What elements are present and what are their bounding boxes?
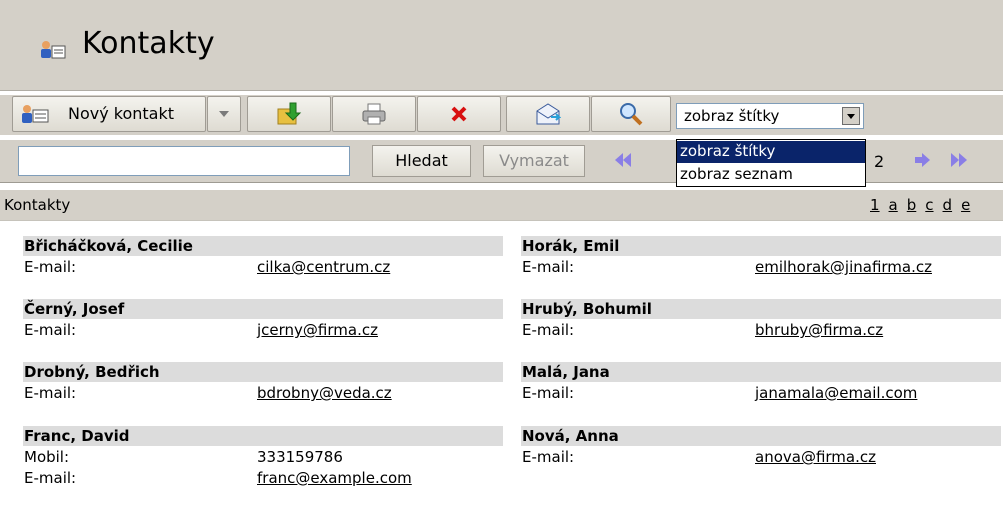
title-bar: Kontakty xyxy=(0,0,1003,91)
contact-field: E-mail: janamala@email.com xyxy=(521,382,1001,403)
contacts-icon xyxy=(41,41,66,59)
contact-name[interactable]: Franc, David xyxy=(23,426,503,446)
field-label: E-mail: xyxy=(24,258,77,276)
contact-name[interactable]: Malá, Jana xyxy=(521,362,1001,382)
clear-button[interactable]: Vymazat xyxy=(483,145,585,177)
contact-field: E-mail: franc@example.com xyxy=(23,467,503,488)
letter-index: 1abcde xyxy=(870,196,979,214)
letter-link[interactable]: e xyxy=(961,196,970,214)
search-submit-button[interactable]: Hledat xyxy=(372,145,471,177)
double-arrow-right-icon[interactable] xyxy=(948,152,970,168)
contact-name[interactable]: Horák, Emil xyxy=(521,236,1001,256)
contact-field: E-mail: anova@firma.cz xyxy=(521,446,1001,467)
field-label: E-mail: xyxy=(24,469,77,487)
email-link[interactable]: anova@firma.cz xyxy=(755,448,876,466)
contact-field: E-mail: cilka@centrum.cz xyxy=(23,256,503,277)
delete-button[interactable] xyxy=(417,96,501,132)
send-mail-button[interactable] xyxy=(506,96,590,132)
contact-card: Nová, Anna E-mail: anova@firma.cz xyxy=(521,426,1001,467)
page-number: 2 xyxy=(874,152,885,171)
view-option-labels[interactable]: zobraz štítky xyxy=(677,141,865,163)
section-title: Kontakty xyxy=(4,196,71,214)
view-option-list[interactable]: zobraz seznam xyxy=(677,164,865,186)
view-select[interactable]: zobraz štítky xyxy=(676,103,864,129)
chevron-down-icon[interactable] xyxy=(842,107,860,125)
view-select-value: zobraz štítky xyxy=(684,107,780,125)
contacts-icon xyxy=(22,105,49,123)
letter-link[interactable]: b xyxy=(907,196,917,214)
section-header: Kontakty 1abcde xyxy=(0,190,1003,221)
contact-name[interactable]: Břicháčková, Cecilie xyxy=(23,236,503,256)
letter-link[interactable]: d xyxy=(943,196,953,214)
search-button[interactable] xyxy=(591,96,671,132)
email-link[interactable]: bhruby@firma.cz xyxy=(755,321,883,339)
envelope-icon xyxy=(536,103,561,125)
email-link[interactable]: emilhorak@jinafirma.cz xyxy=(755,258,932,276)
new-contact-dropdown[interactable] xyxy=(207,96,241,132)
contact-field: E-mail: jcerny@firma.cz xyxy=(23,319,503,340)
contact-name[interactable]: Černý, Josef xyxy=(23,299,503,319)
page-title: Kontakty xyxy=(82,26,215,61)
contact-card: Horák, Emil E-mail: emilhorak@jinafirma.… xyxy=(521,236,1001,277)
contact-card: Franc, David Mobil: 333159786 E-mail: fr… xyxy=(23,426,503,488)
contact-card: Hrubý, Bohumil E-mail: bhruby@firma.cz xyxy=(521,299,1001,340)
arrow-right-icon[interactable] xyxy=(914,152,932,168)
new-contact-label: Nový kontakt xyxy=(68,104,175,123)
import-icon xyxy=(277,102,302,125)
field-label: E-mail: xyxy=(522,448,575,466)
contact-field: Mobil: 333159786 xyxy=(23,446,503,467)
email-link[interactable]: jcerny@firma.cz xyxy=(257,321,378,339)
phone-value: 333159786 xyxy=(257,448,343,466)
email-link[interactable]: franc@example.com xyxy=(257,469,412,487)
contact-name[interactable]: Drobný, Bedřich xyxy=(23,362,503,382)
search-input[interactable] xyxy=(18,146,350,176)
contact-card: Malá, Jana E-mail: janamala@email.com xyxy=(521,362,1001,403)
contact-field: E-mail: bhruby@firma.cz xyxy=(521,319,1001,340)
contact-name[interactable]: Hrubý, Bohumil xyxy=(521,299,1001,319)
field-label: Mobil: xyxy=(24,448,70,466)
magnifier-icon xyxy=(620,103,643,126)
letter-link[interactable]: 1 xyxy=(870,196,880,214)
field-label: E-mail: xyxy=(522,258,575,276)
import-button[interactable] xyxy=(247,96,331,132)
print-button[interactable] xyxy=(332,96,416,132)
double-arrow-left-icon[interactable] xyxy=(614,152,636,168)
email-link[interactable]: cilka@centrum.cz xyxy=(257,258,390,276)
contact-card: Černý, Josef E-mail: jcerny@firma.cz xyxy=(23,299,503,340)
contact-card: Břicháčková, Cecilie E-mail: cilka@centr… xyxy=(23,236,503,277)
field-label: E-mail: xyxy=(24,384,77,402)
contact-field: E-mail: bdrobny@veda.cz xyxy=(23,382,503,403)
new-contact-button[interactable]: Nový kontakt xyxy=(12,96,206,132)
view-select-options: zobraz štítky zobraz seznam xyxy=(676,139,866,187)
field-label: E-mail: xyxy=(24,321,77,339)
contact-field: E-mail: emilhorak@jinafirma.cz xyxy=(521,256,1001,277)
email-link[interactable]: janamala@email.com xyxy=(755,384,917,402)
field-label: E-mail: xyxy=(522,321,575,339)
contact-card: Drobný, Bedřich E-mail: bdrobny@veda.cz xyxy=(23,362,503,403)
delete-icon xyxy=(451,106,467,122)
letter-link[interactable]: c xyxy=(925,196,933,214)
letter-link[interactable]: a xyxy=(889,196,898,214)
chevron-down-icon xyxy=(219,111,229,117)
email-link[interactable]: bdrobny@veda.cz xyxy=(257,384,392,402)
contact-name[interactable]: Nová, Anna xyxy=(521,426,1001,446)
printer-icon xyxy=(362,103,386,125)
field-label: E-mail: xyxy=(522,384,575,402)
